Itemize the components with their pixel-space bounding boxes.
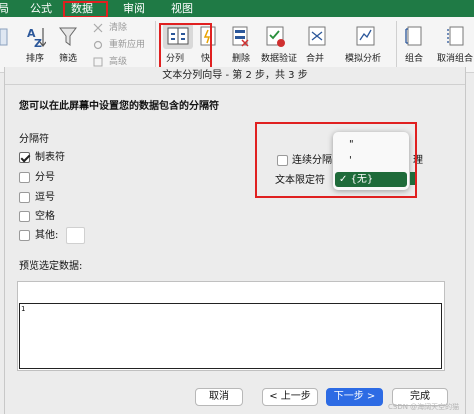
text-qualifier-label: 文本限定符 <box>275 175 325 186</box>
watermark: CSDN @海阔天空的猫 <box>388 403 460 411</box>
whatif-label[interactable]: 模拟分析 <box>345 54 381 65</box>
option-label: {无} <box>350 174 374 185</box>
tab-label: 制表符 <box>35 152 65 163</box>
filter-label[interactable]: 筛选 <box>59 54 77 65</box>
reapply-icon <box>93 40 103 50</box>
previous-step-button[interactable]: < 上一步 <box>262 388 318 406</box>
remove-duplicates-icon[interactable] <box>232 26 250 48</box>
menu-item-review[interactable]: 审阅 <box>123 1 145 16</box>
validation-label[interactable]: 数据验证 <box>261 54 297 65</box>
flash-fill-icon[interactable] <box>200 26 216 48</box>
split-label[interactable]: 分列 <box>166 54 184 65</box>
qualifier-option-double-quote[interactable]: " <box>335 137 407 152</box>
checkmark-icon: ✓ <box>339 174 351 185</box>
menu-item-formulas[interactable]: 公式 <box>30 1 52 16</box>
option-label: ' <box>349 155 352 166</box>
clear-label[interactable]: 清除 <box>109 23 127 34</box>
next-step-button[interactable]: 下一步 > <box>326 388 383 406</box>
partial-icon <box>0 28 8 46</box>
comma-checkbox[interactable] <box>19 192 30 203</box>
preview-grid: 1 <box>19 303 442 369</box>
space-label: 空格 <box>35 211 55 222</box>
sort-label[interactable]: 排序 <box>26 54 44 65</box>
semicolon-label: 分号 <box>35 172 55 183</box>
tab-checkbox[interactable] <box>19 152 30 163</box>
menu-item-data[interactable]: 数据 <box>71 1 93 16</box>
space-checkbox[interactable] <box>19 211 30 222</box>
ungroup-icon[interactable] <box>446 26 464 48</box>
consolidate-icon[interactable] <box>308 26 326 48</box>
preview-row-number: 1 <box>21 305 26 313</box>
cancel-button[interactable]: 取消 <box>195 388 243 406</box>
ribbon-divider-2 <box>396 21 397 69</box>
menu-item-view[interactable]: 视图 <box>171 1 193 16</box>
reapply-label[interactable]: 重新应用 <box>109 40 145 51</box>
consecutive-label: 连续分隔 <box>292 155 332 166</box>
text-to-columns-dialog: 文本分列向导 - 第 2 步，共 3 步 您可以在此屏幕中设置您的数据包含的分隔… <box>4 67 466 414</box>
what-if-analysis-icon[interactable] <box>356 26 376 48</box>
delete-label[interactable]: 删除 <box>232 54 250 65</box>
consecutive-delimiters-checkbox[interactable] <box>277 155 288 166</box>
dialog-instruction: 您可以在此屏幕中设置您的数据包含的分隔符 <box>19 101 219 112</box>
sort-az-icon[interactable]: A Z <box>26 25 46 49</box>
other-label: 其他: <box>35 230 59 241</box>
text-qualifier-dropdown[interactable]: " ' ✓ {无} <box>333 132 409 190</box>
consecutive-suffix: 理 <box>413 155 423 166</box>
comma-label: 逗号 <box>35 192 55 203</box>
dialog-title: 文本分列向导 - 第 2 步，共 3 步 <box>5 67 465 85</box>
merge-label[interactable]: 合并 <box>306 54 324 65</box>
ribbon-divider <box>155 21 156 69</box>
filter-icon[interactable] <box>59 27 77 47</box>
advanced-icon <box>93 57 103 67</box>
clear-icon <box>93 23 103 33</box>
ribbon: A Z 排序 筛选 清除 重新应用 高级 分列 快 删除 数据验证 合并 模拟分… <box>0 17 474 73</box>
preview-heading: 预览选定数据: <box>19 261 83 272</box>
group-icon[interactable] <box>404 26 422 48</box>
quick-label[interactable]: 快 <box>201 54 210 65</box>
dropdown-arrow-edge <box>410 172 416 185</box>
data-validation-icon[interactable] <box>266 26 286 48</box>
delimiters-heading: 分隔符 <box>19 134 49 145</box>
semicolon-checkbox[interactable] <box>19 172 30 183</box>
qualifier-option-none[interactable]: ✓ {无} <box>335 172 407 187</box>
option-label: " <box>349 139 354 150</box>
split-columns-icon[interactable] <box>167 26 189 46</box>
menu-bar: 局 公式 数据 审阅 视图 <box>0 0 474 17</box>
other-input[interactable] <box>66 227 85 244</box>
group-label[interactable]: 组合 <box>405 54 423 65</box>
data-preview[interactable]: 1 <box>17 281 445 371</box>
ungroup-label[interactable]: 取消组合 <box>437 54 473 65</box>
qualifier-option-single-quote[interactable]: ' <box>335 153 407 168</box>
other-checkbox[interactable] <box>19 230 30 241</box>
menu-item-layout[interactable]: 局 <box>0 1 9 16</box>
